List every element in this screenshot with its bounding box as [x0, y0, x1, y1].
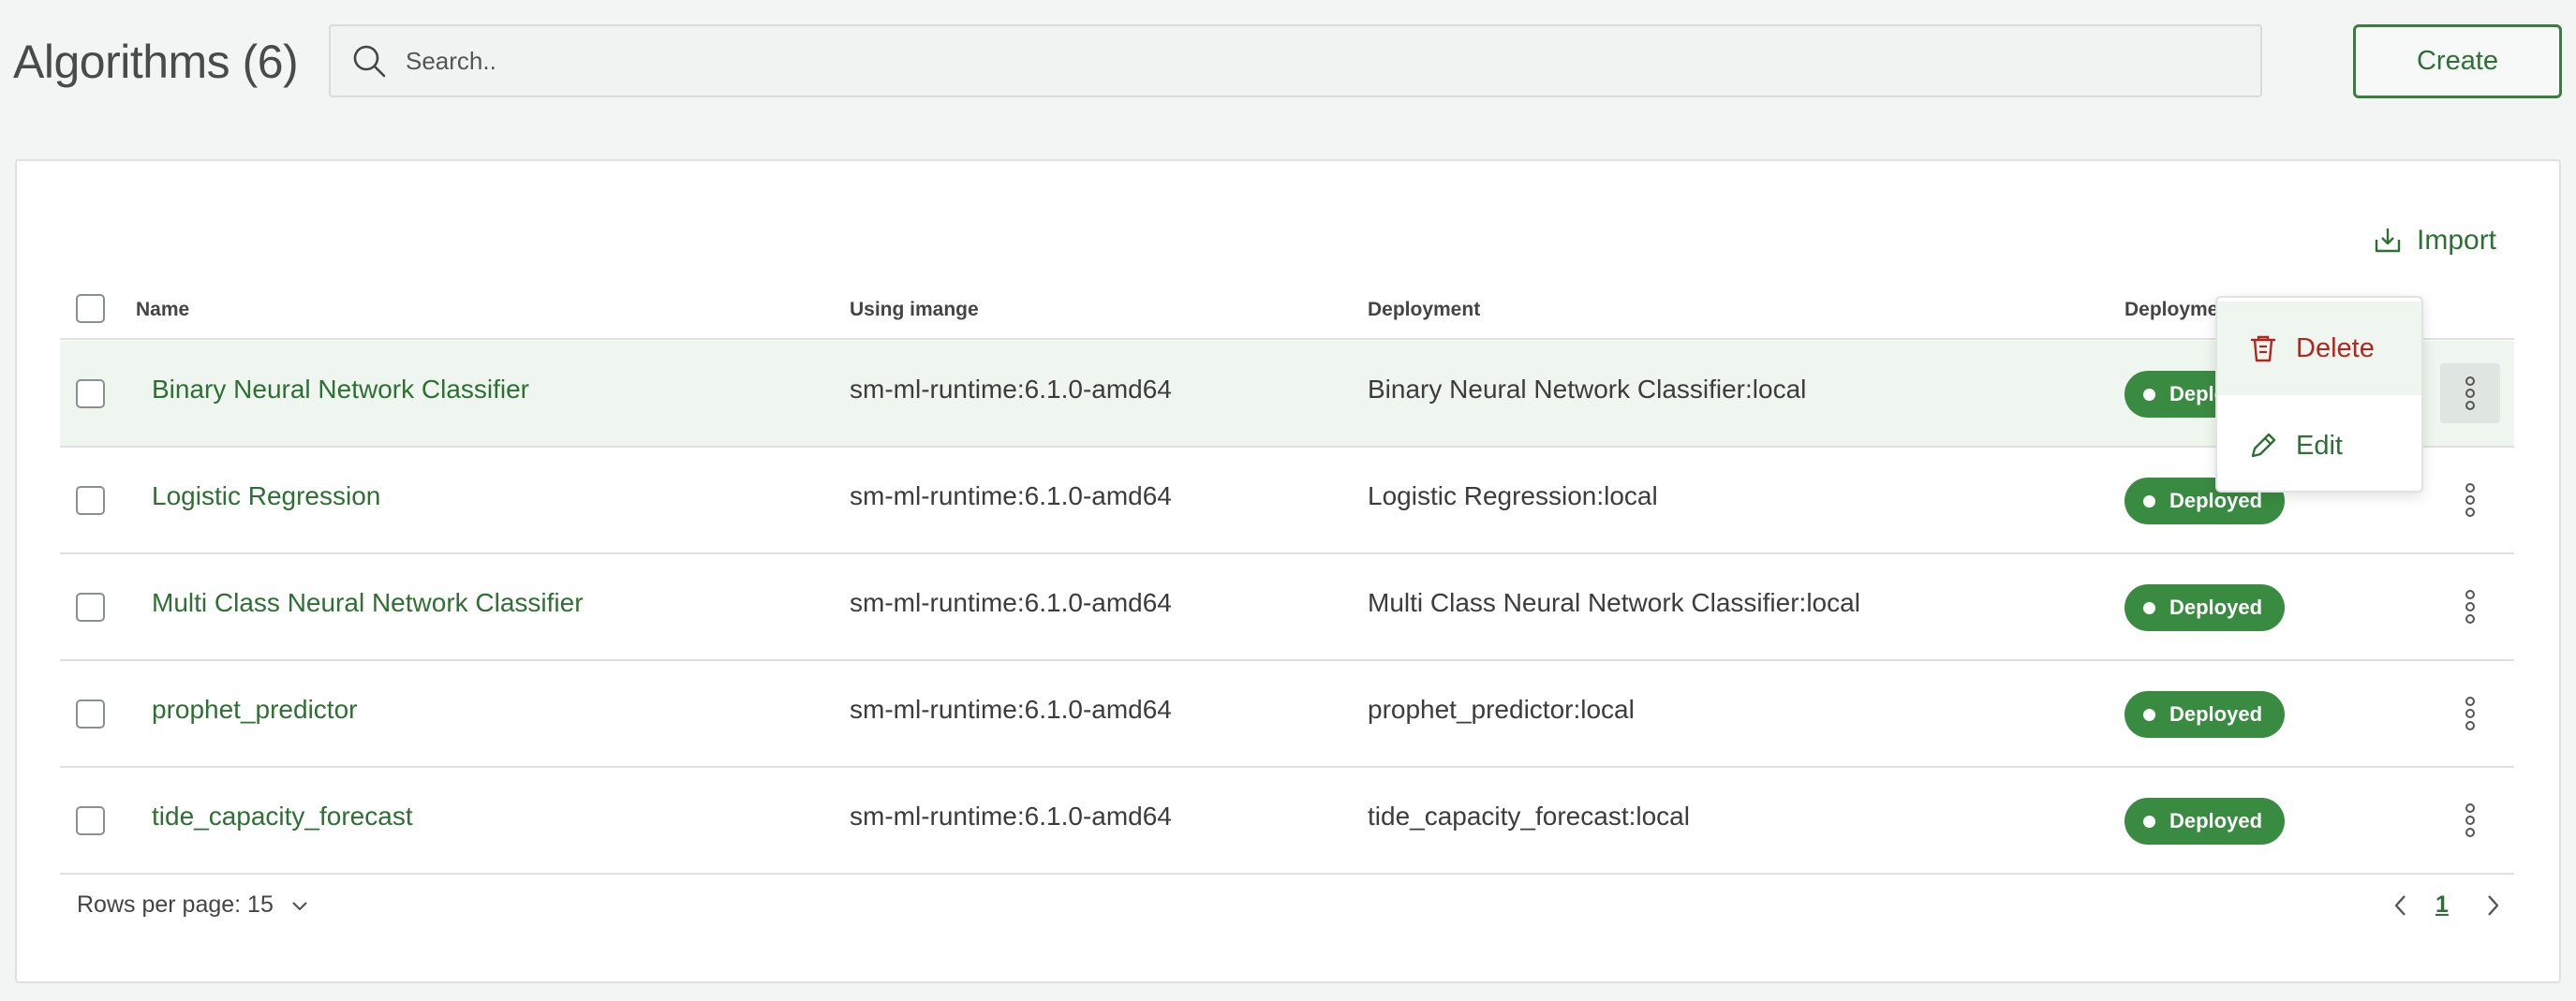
- rows-per-page-select[interactable]: Rows per page: 15: [77, 891, 311, 919]
- status-badge-label: Deployed: [2169, 596, 2263, 619]
- more-vertical-icon: [2465, 803, 2475, 837]
- import-icon: [2375, 228, 2401, 253]
- status-badge: Deployed: [2124, 584, 2286, 631]
- row-actions-button[interactable]: [2440, 363, 2500, 423]
- table-row[interactable]: Binary Neural Network Classifier sm-ml-r…: [60, 341, 2514, 448]
- more-vertical-icon: [2465, 483, 2475, 517]
- status-badge: Deployed: [2124, 691, 2286, 738]
- search-box[interactable]: [329, 24, 2262, 97]
- delete-label: Delete: [2296, 332, 2375, 363]
- status-dot: [2143, 816, 2155, 828]
- table-row[interactable]: prophet_predictor sm-ml-runtime:6.1.0-am…: [60, 661, 2514, 768]
- delete-menu-item[interactable]: Delete: [2217, 302, 2421, 395]
- row-checkbox[interactable]: [76, 593, 105, 622]
- table-row[interactable]: tide_capacity_forecast sm-ml-runtime:6.1…: [60, 768, 2514, 875]
- status-badge-label: Deployed: [2169, 702, 2263, 726]
- column-header-deployment-status[interactable]: Deployme: [2124, 299, 2218, 321]
- deployment-cell: tide_capacity_forecast:local: [1368, 802, 1690, 831]
- algorithm-name-link[interactable]: Multi Class Neural Network Classifier: [152, 588, 584, 618]
- image-cell: sm-ml-runtime:6.1.0-amd64: [850, 481, 1172, 510]
- deployment-cell: Logistic Regression:local: [1368, 481, 1658, 510]
- column-header-image[interactable]: Using imange: [850, 299, 979, 321]
- algorithm-name-link[interactable]: Binary Neural Network Classifier: [152, 375, 529, 405]
- row-checkbox[interactable]: [76, 486, 105, 515]
- image-cell: sm-ml-runtime:6.1.0-amd64: [850, 375, 1172, 404]
- edit-label: Edit: [2296, 430, 2343, 461]
- row-checkbox[interactable]: [76, 699, 105, 729]
- image-cell: sm-ml-runtime:6.1.0-amd64: [850, 588, 1172, 617]
- import-label: Import: [2417, 225, 2497, 256]
- table-row[interactable]: Logistic Regression sm-ml-runtime:6.1.0-…: [60, 448, 2514, 554]
- page: Algorithms (6) Create Import Name Using …: [0, 0, 2576, 1001]
- more-vertical-icon: [2465, 697, 2475, 730]
- row-actions-button[interactable]: [2440, 684, 2500, 743]
- algorithm-name-link[interactable]: Logistic Regression: [152, 481, 380, 511]
- chevron-left-icon[interactable]: [2387, 891, 2415, 920]
- image-cell: sm-ml-runtime:6.1.0-amd64: [850, 695, 1172, 724]
- status-dot: [2143, 495, 2155, 508]
- algorithm-name-link[interactable]: prophet_predictor: [152, 695, 357, 725]
- search-icon: [353, 45, 386, 78]
- deployment-cell: prophet_predictor:local: [1368, 695, 1635, 724]
- row-actions-menu: Delete Edit: [2215, 296, 2423, 493]
- deployment-cell: Multi Class Neural Network Classifier:lo…: [1368, 588, 1860, 617]
- search-input[interactable]: [406, 33, 2185, 89]
- pagination-current-page[interactable]: 1: [2435, 891, 2449, 919]
- status-badge: Deployed: [2124, 798, 2286, 845]
- status-dot: [2143, 602, 2155, 614]
- table-row[interactable]: Multi Class Neural Network Classifier sm…: [60, 554, 2514, 661]
- import-button[interactable]: Import: [2372, 225, 2496, 257]
- more-vertical-icon: [2465, 590, 2475, 624]
- chevron-right-icon[interactable]: [2479, 891, 2507, 920]
- select-all-checkbox[interactable]: [76, 294, 105, 323]
- trash-icon: [2250, 335, 2276, 362]
- status-dot: [2143, 709, 2155, 721]
- status-dot: [2143, 389, 2155, 401]
- table-header: Name Using imange Deployment Deployme: [60, 286, 2514, 340]
- column-header-deployment[interactable]: Deployment: [1368, 299, 1480, 321]
- column-header-name[interactable]: Name: [136, 299, 189, 321]
- edit-menu-item[interactable]: Edit: [2217, 399, 2421, 493]
- image-cell: sm-ml-runtime:6.1.0-amd64: [850, 802, 1172, 831]
- row-checkbox[interactable]: [76, 379, 105, 408]
- row-actions-button[interactable]: [2440, 577, 2500, 637]
- algorithm-name-link[interactable]: tide_capacity_forecast: [152, 802, 413, 832]
- row-actions-button[interactable]: [2440, 470, 2500, 530]
- chevron-down-icon: [292, 901, 307, 910]
- row-actions-button[interactable]: [2440, 790, 2500, 850]
- pencil-icon: [2251, 433, 2276, 458]
- row-checkbox[interactable]: [76, 806, 105, 835]
- rows-per-page-label: Rows per page: 15: [77, 891, 274, 918]
- page-title: Algorithms (6): [13, 36, 299, 88]
- create-button[interactable]: Create: [2353, 24, 2562, 98]
- status-badge-label: Deployed: [2169, 809, 2263, 832]
- deployment-cell: Binary Neural Network Classifier:local: [1368, 375, 1807, 404]
- more-vertical-icon: [2465, 376, 2475, 410]
